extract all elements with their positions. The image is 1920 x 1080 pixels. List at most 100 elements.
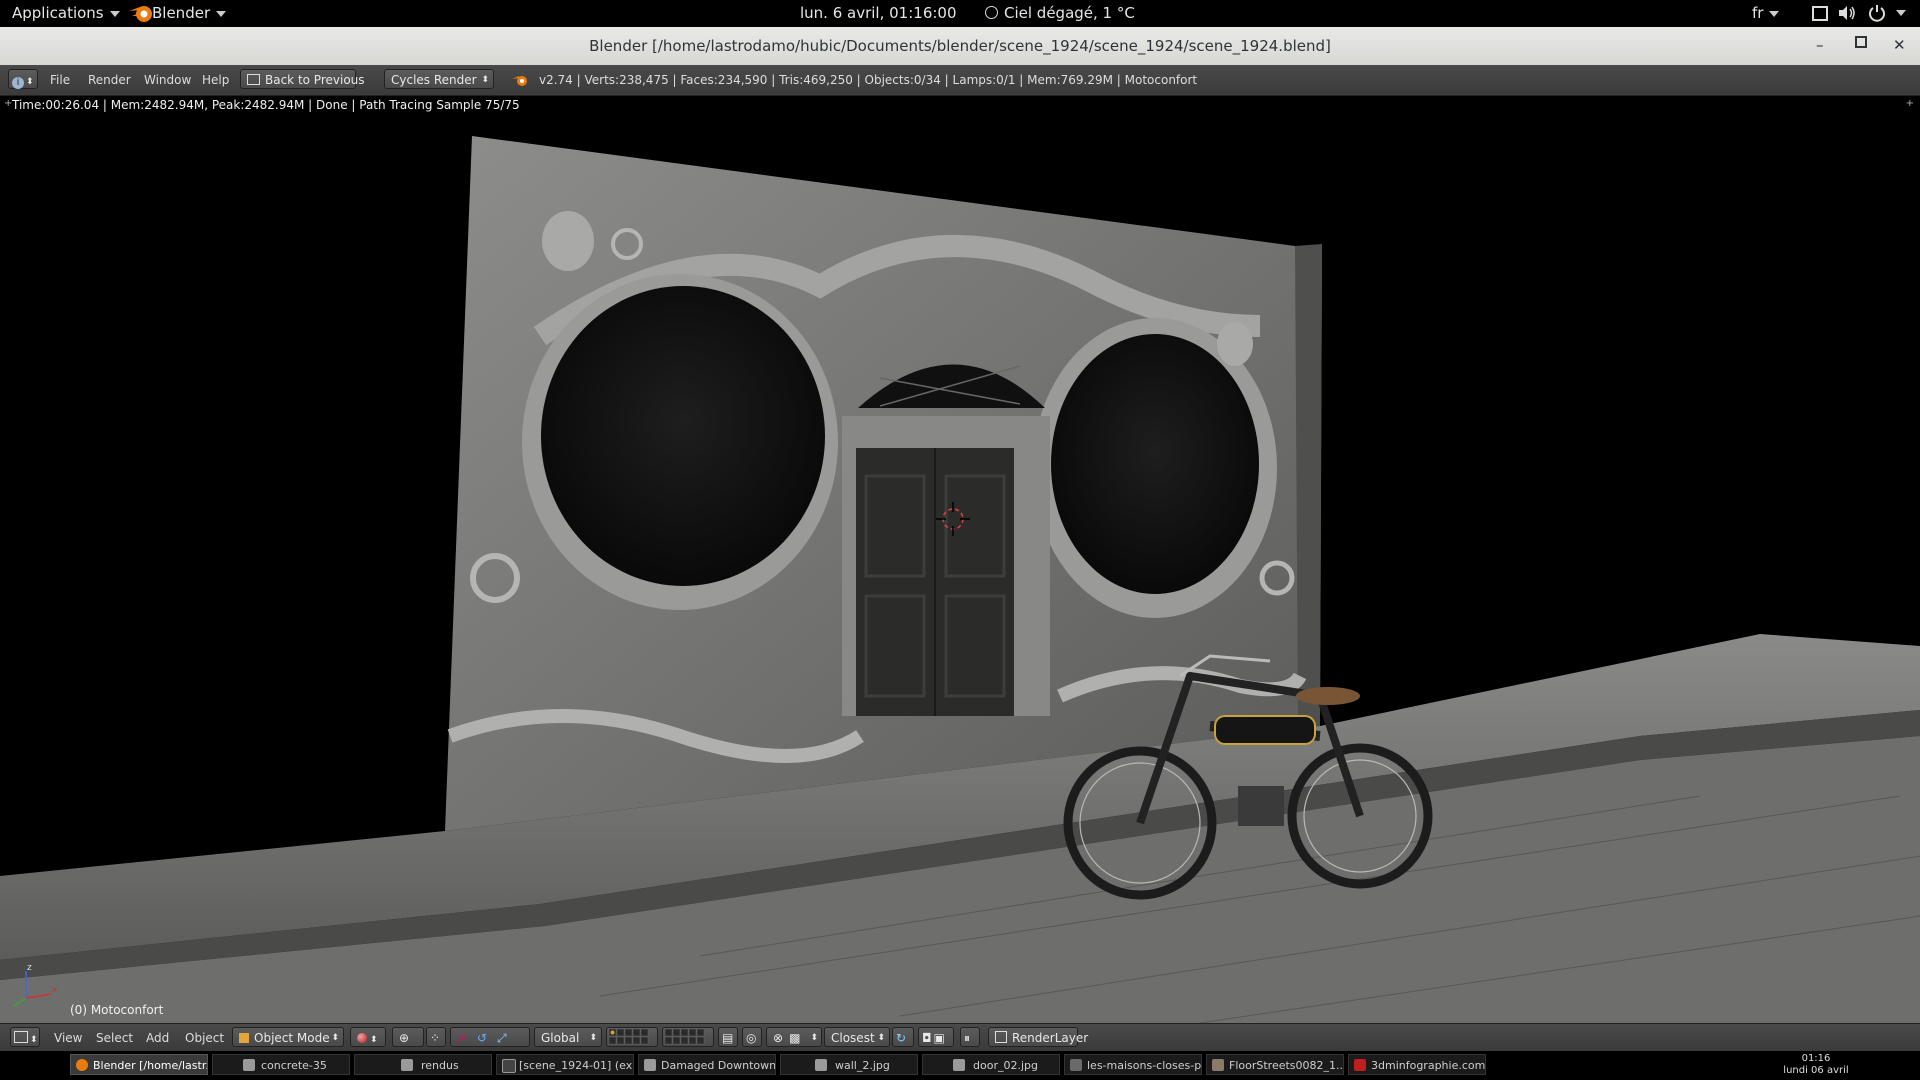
layers-grid-2[interactable] [662,1027,714,1047]
snap-target-select[interactable]: Closest ⬍ [824,1027,890,1047]
taskbar: Blender [/home/lastr... concrete-35 rend… [0,1051,1920,1080]
3d-view-icon [14,1031,28,1043]
image-viewer-icon [953,1059,965,1071]
updown-icon: ⬍ [589,1033,597,1043]
rendered-shading-icon [357,1033,367,1043]
weather-indicator[interactable]: Ciel dégagé, 1 °C [985,4,1135,22]
3d-view-header: ⬍ View Select Add Object Object Mode ⬍ ⬍ … [0,1023,1920,1052]
render-status-text: Time:00:26.04 | Mem:2482.94M, Peak:2482.… [12,98,520,112]
task-filezilla[interactable]: 3dminfographie.com... [1348,1054,1486,1075]
weather-icon [985,6,998,19]
folder-icon [401,1059,413,1071]
camera-icon: ◘ [922,1031,932,1045]
chevron-down-icon [216,10,227,17]
render-engine-select[interactable]: Cycles Render ⬍ [384,69,494,89]
rotate-icon: ↺ [477,1031,488,1045]
updown-icon: ⬍ [481,75,489,85]
proportional-edit-toggle[interactable]: ◎ [742,1027,762,1047]
app-menu-blender[interactable]: Blender [128,4,227,22]
window-title: Blender [/home/lastrodamo/hubic/Document… [589,37,1331,55]
back-to-previous-button[interactable]: Back to Previous [240,69,365,89]
menu-help[interactable]: Help [202,73,229,87]
updown-icon: ⬍ [26,77,34,87]
manipulator-buttons[interactable]: ↗ ↺ ⤢ [450,1027,530,1047]
3d-viewport[interactable]: z x Time:00:26.04 | Mem:2482.94M, Peak:2… [0,96,1920,1023]
taskbar-clock[interactable]: 01:16 lundi 06 avril [1766,1053,1866,1077]
task-damaged-downtown[interactable]: Damaged Downtown [638,1054,776,1075]
pivot-point-select[interactable]: ⊕ [392,1027,424,1047]
updown-icon: ⬍ [877,1033,885,1043]
clock-datetime[interactable]: lun. 6 avril, 01:16:00 [800,4,957,22]
layers-grid-1[interactable] [606,1027,658,1047]
task-scene-1924[interactable]: [scene_1924-01] (ex... [496,1054,634,1075]
task-concrete[interactable]: concrete-35 [212,1054,350,1075]
applications-menu[interactable]: Applications [12,4,120,22]
task-floorstreets[interactable]: FloorStreets0082_1... [1206,1054,1344,1075]
layers-grid-icon [664,1028,705,1045]
proportional-edit-icon: ◎ [746,1031,757,1045]
task-rendus[interactable]: rendus [354,1054,492,1075]
filezilla-icon [1354,1059,1366,1071]
menu-window[interactable]: Window [144,73,191,87]
minimize-button[interactable]: – [1816,36,1824,54]
maximize-button[interactable] [1855,34,1867,52]
rotation-snap-icon: ↻ [896,1031,907,1045]
snap-toggle[interactable]: ⊗ ▩ ⬍ [766,1027,822,1047]
updown-icon: ⬍ [331,1033,339,1043]
menu-view[interactable]: View [54,1031,82,1045]
terminal-icon [502,1059,516,1073]
info-header: i ⬍ File Render Window Help Back to Previ… [0,65,1920,96]
close-button[interactable]: ✕ [1893,36,1906,54]
blender-logo-icon [129,6,152,22]
snap-element-icon: ▩ [789,1031,801,1045]
language-indicator[interactable]: fr [1752,4,1780,22]
window-title-bar[interactable]: Blender [/home/lastrodamo/hubic/Document… [0,27,1920,65]
rendered-scene-image: z x [0,136,1920,1023]
film-icon: ▣ [933,1031,945,1045]
translate-icon: ↗ [456,1031,467,1045]
task-blender[interactable]: Blender [/home/lastr... [70,1054,208,1075]
editor-type-button[interactable]: i ⬍ [8,69,38,89]
menu-object[interactable]: Object [185,1031,224,1045]
blender-logo-icon [76,1059,88,1071]
updown-icon: ⬍ [370,1035,378,1045]
editor-type-button[interactable]: ⬍ [10,1027,40,1047]
menu-add[interactable]: Add [146,1031,169,1045]
scale-icon: ⤢ [497,1031,507,1045]
lock-camera-toggle[interactable]: ▤ [718,1027,738,1047]
layers-grid-icon [608,1028,649,1045]
manipulator-toggle[interactable]: ⁘ [426,1027,446,1047]
menu-render[interactable]: Render [88,73,131,87]
chevron-down-icon [1769,10,1780,17]
image-viewer-icon [644,1059,656,1071]
volume-icon[interactable] [1838,5,1856,21]
updown-icon: ⬍ [30,1035,38,1045]
render-layer-select[interactable]: RenderLayer [988,1027,1088,1047]
blender-logo-icon [512,76,527,86]
screen-icon[interactable] [1812,6,1828,21]
mode-select[interactable]: Object Mode ⬍ [232,1027,344,1047]
dots-grid-icon: ⁘ [430,1031,441,1045]
pause-render-toggle[interactable]: ⏸ [960,1027,980,1047]
magnet-icon: ⊗ [773,1031,784,1045]
power-icon[interactable] [1868,4,1886,22]
chevron-down-icon[interactable] [1896,10,1906,16]
menu-file[interactable]: File [50,73,70,87]
image-viewer-icon [1212,1059,1224,1071]
close-icon: ✕ [1893,36,1906,54]
area-split-corner-icon[interactable]: + [1906,98,1914,109]
task-maisons-closes[interactable]: les-maisons-closes-p... [1064,1054,1202,1075]
menu-select[interactable]: Select [96,1031,133,1045]
lock-icon: ▤ [722,1031,734,1045]
area-split-corner-icon[interactable]: + [4,98,12,109]
viewport-shading-select[interactable]: ⬍ [350,1027,386,1047]
maximize-icon [1855,36,1867,48]
svg-text:z: z [27,963,32,973]
task-door02[interactable]: door_02.jpg [922,1054,1060,1075]
system-top-bar: Applications Blender lun. 6 avril, 01:16… [0,0,1920,27]
pivot-icon: ⊕ [399,1031,410,1045]
opengl-render-buttons[interactable]: ◘ ▣ [918,1027,954,1047]
align-rotation-toggle[interactable]: ↻ [892,1027,914,1047]
transform-orientation-select[interactable]: Global ⬍ [534,1027,602,1047]
task-wall2[interactable]: wall_2.jpg [780,1054,918,1075]
